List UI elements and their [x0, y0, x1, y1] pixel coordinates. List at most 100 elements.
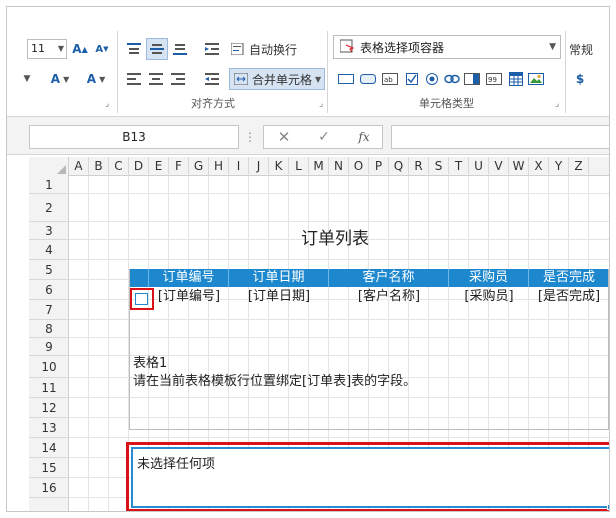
column-header[interactable]: T: [449, 157, 469, 176]
merge-cells-label: 合并单元格: [252, 72, 313, 87]
row-checkbox[interactable]: [135, 293, 148, 305]
row-header[interactable]: 6: [29, 280, 69, 300]
column-header[interactable]: O: [349, 157, 369, 176]
column-header[interactable]: K: [269, 157, 289, 176]
cancel-icon[interactable]: ✕: [274, 128, 294, 146]
button-type-icon[interactable]: [359, 71, 377, 87]
column-header[interactable]: Y: [549, 157, 569, 176]
name-box[interactable]: B13: [29, 125, 239, 149]
column-header[interactable]: P: [369, 157, 389, 176]
app-window: 11 ▼ A ▲ A ▼ ▼ A ▼ A ▼ 自动换行 合并单元格 ▼ 对齐方式…: [6, 6, 610, 512]
checkbox-type-icon[interactable]: [403, 71, 421, 87]
formula-input[interactable]: [391, 125, 609, 149]
combobox-type-icon[interactable]: [463, 71, 481, 87]
currency-button[interactable]: $: [573, 69, 587, 89]
column-header[interactable]: J: [249, 157, 269, 176]
dialog-launcher-icon[interactable]: ⌟: [319, 99, 323, 109]
ribbon: 11 ▼ A ▲ A ▼ ▼ A ▼ A ▼ 自动换行 合并单元格 ▼ 对齐方式…: [7, 7, 609, 117]
label-type-icon[interactable]: ab: [381, 71, 399, 87]
row-header[interactable]: 13: [29, 418, 69, 438]
align-bottom-icon[interactable]: [171, 39, 189, 59]
image-type-icon[interactable]: [527, 71, 545, 87]
wrap-text-button[interactable]: 自动换行: [231, 39, 311, 59]
column-header[interactable]: C: [109, 157, 129, 176]
column-header[interactable]: F: [169, 157, 189, 176]
row-header[interactable]: 1: [29, 176, 69, 194]
dialog-launcher-icon[interactable]: ⌟: [105, 99, 109, 109]
sheet-title: 订单列表: [301, 229, 369, 249]
selected-cell-range[interactable]: 未选择任何项: [131, 447, 609, 510]
fill-color-button[interactable]: A ▼: [83, 69, 109, 89]
confirm-icon[interactable]: ✓: [314, 128, 334, 146]
font-color-button[interactable]: A ▼: [47, 69, 73, 89]
column-header[interactable]: G: [189, 157, 209, 176]
grid-line: [88, 176, 89, 511]
row-header[interactable]: 3: [29, 222, 69, 240]
align-left-icon[interactable]: [125, 69, 143, 89]
svg-text:99: 99: [488, 76, 497, 84]
column-header[interactable]: I: [229, 157, 249, 176]
row-header[interactable]: 4: [29, 240, 69, 260]
row-header[interactable]: 12: [29, 398, 69, 418]
column-header[interactable]: L: [289, 157, 309, 176]
textbox-type-icon[interactable]: [337, 71, 355, 87]
column-header[interactable]: R: [409, 157, 429, 176]
selection-status-text: 未选择任何项: [137, 457, 216, 472]
radio-type-icon[interactable]: [423, 71, 441, 87]
row-header[interactable]: 14: [29, 438, 69, 458]
row-header[interactable]: 7: [29, 300, 69, 320]
column-header[interactable]: E: [149, 157, 169, 176]
column-header[interactable]: X: [529, 157, 549, 176]
column-header[interactable]: W: [509, 157, 529, 176]
row-header[interactable]: 8: [29, 320, 69, 338]
cell-grid[interactable]: 订单列表 订单编号 订单日期 客户名称 采购员 是否完成 [订单编号] [订单日…: [69, 176, 609, 511]
merge-cells-button[interactable]: 合并单元格 ▼: [229, 68, 325, 90]
column-header[interactable]: U: [469, 157, 489, 176]
column-headers: ABCDEFGHIJKLMNOPQRSTUVWXYZ: [29, 157, 609, 176]
column-header[interactable]: Z: [569, 157, 589, 176]
column-header[interactable]: V: [489, 157, 509, 176]
column-header[interactable]: H: [209, 157, 229, 176]
column-header[interactable]: A: [69, 157, 89, 176]
align-top-icon[interactable]: [125, 39, 143, 59]
decrease-font-button[interactable]: A ▼: [93, 39, 111, 59]
chevron-down-icon: ▼: [315, 74, 322, 84]
column-header[interactable]: M: [309, 157, 329, 176]
column-header[interactable]: B: [89, 157, 109, 176]
align-group-label: 对齐方式: [191, 97, 235, 110]
divider: [117, 31, 118, 113]
hyperlink-type-icon[interactable]: [443, 71, 461, 87]
font-size-select[interactable]: 11 ▼: [27, 39, 67, 59]
outdent-icon[interactable]: [203, 69, 221, 89]
column-header[interactable]: D: [129, 157, 149, 176]
number-format-select[interactable]: 常规: [569, 39, 609, 59]
fill-handle[interactable]: [607, 504, 609, 510]
insert-function-icon[interactable]: fx: [352, 128, 376, 146]
cell-type-group-label: 单元格类型: [419, 97, 474, 110]
column-header[interactable]: S: [429, 157, 449, 176]
column-header[interactable]: Q: [389, 157, 409, 176]
row-header[interactable]: 2: [29, 194, 69, 222]
align-center-icon[interactable]: [147, 69, 165, 89]
row-header[interactable]: 15: [29, 458, 69, 478]
svg-text:ab: ab: [384, 76, 393, 84]
select-all-corner[interactable]: [29, 157, 69, 176]
increase-font-button[interactable]: A ▲: [71, 39, 89, 59]
cell-type-select[interactable]: 表格选择项容器 ▼: [333, 35, 561, 59]
row-header[interactable]: 16: [29, 478, 69, 498]
row-header[interactable]: 10: [29, 356, 69, 378]
indent-icon[interactable]: [203, 39, 221, 59]
cell-type-icon: [339, 39, 355, 56]
dialog-launcher-icon[interactable]: ⌟: [555, 99, 559, 109]
number-type-icon[interactable]: 99: [485, 71, 503, 87]
more-options-icon[interactable]: ⋮: [243, 129, 257, 145]
align-right-icon[interactable]: [169, 69, 187, 89]
row-header[interactable]: 9: [29, 338, 69, 356]
chevron-down-icon: ▼: [57, 44, 64, 53]
table-type-icon[interactable]: [507, 71, 525, 87]
row-header[interactable]: 11: [29, 378, 69, 398]
align-middle-icon[interactable]: [146, 38, 168, 60]
column-header[interactable]: N: [329, 157, 349, 176]
row-header[interactable]: 5: [29, 260, 69, 280]
dropdown-arrow-icon[interactable]: ▼: [21, 69, 33, 89]
